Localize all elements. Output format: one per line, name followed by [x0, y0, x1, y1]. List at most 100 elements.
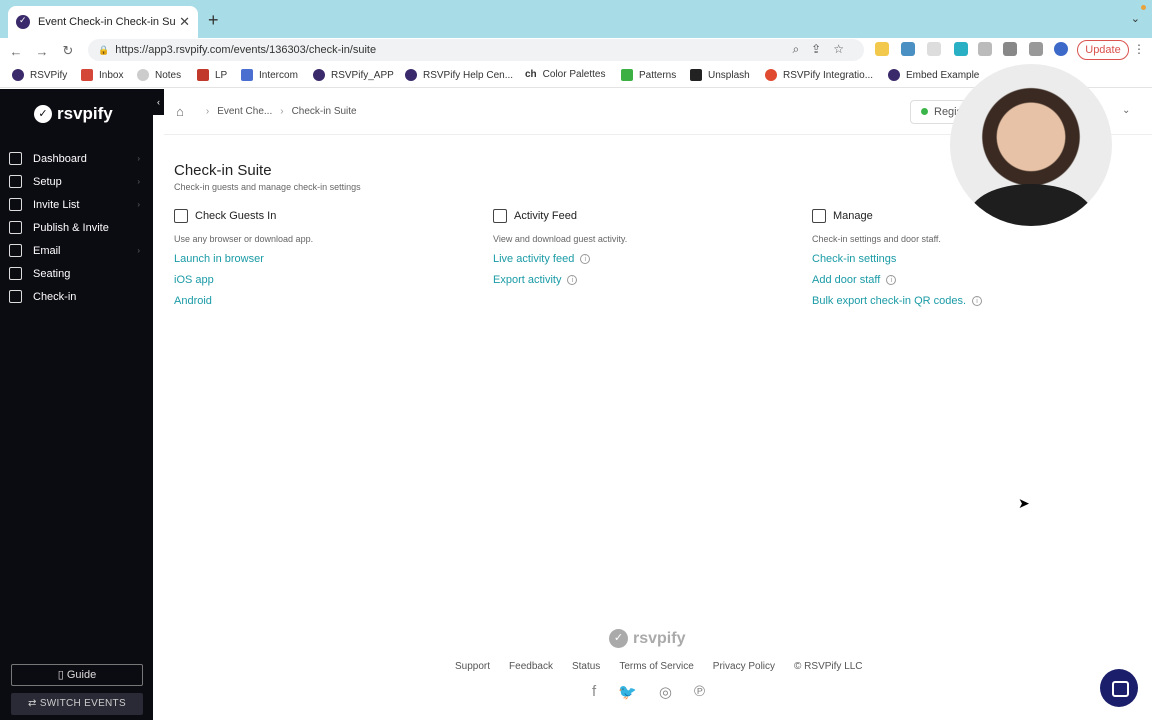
- chat-launcher-button[interactable]: [1100, 669, 1138, 707]
- address-bar[interactable]: 🔒 https://app3.rsvpify.com/events/136303…: [88, 39, 864, 61]
- launch-in-browser-link[interactable]: Launch in browser: [174, 253, 474, 265]
- sidebar-item-email[interactable]: Email ›: [0, 239, 153, 262]
- check-in-settings-link[interactable]: Check-in settings: [812, 253, 1112, 265]
- bookmark-item[interactable]: Intercom: [241, 69, 298, 81]
- profile-chevron-down-icon[interactable]: ⌄: [1122, 105, 1130, 116]
- sidebar-item-setup[interactable]: Setup ›: [0, 170, 153, 193]
- footer-link-terms[interactable]: Terms of Service: [619, 661, 693, 672]
- shuffle-icon: ⇄: [28, 698, 40, 709]
- instagram-icon[interactable]: ◎: [659, 683, 672, 701]
- breadcrumb-event[interactable]: Event Che...: [217, 106, 272, 117]
- extension-icon[interactable]: [901, 42, 915, 56]
- ios-app-link[interactable]: iOS app: [174, 274, 474, 286]
- close-tab-icon[interactable]: ✕: [179, 14, 190, 30]
- browser-tab[interactable]: Event Check-in Check-in Suite ✕: [8, 6, 198, 38]
- sidebar-item-check-in[interactable]: Check-in: [0, 285, 153, 308]
- home-icon[interactable]: ⌂: [176, 104, 184, 119]
- bookmark-item[interactable]: Unsplash: [690, 69, 750, 81]
- pinterest-icon[interactable]: ℗: [694, 683, 705, 701]
- footer-copyright: © RSVPify LLC: [794, 661, 863, 672]
- book-icon: ▯: [57, 669, 67, 681]
- rsvpify-logo-icon: ✓: [34, 105, 52, 123]
- live-activity-feed-link[interactable]: Live activity feed i: [493, 253, 793, 265]
- zapier-icon: [765, 69, 777, 81]
- bookmark-item[interactable]: RSVPify Help Cen...: [405, 69, 513, 81]
- app-sidebar: ✓ rsvpify Dashboard › Setup › Invite List ›…: [0, 89, 153, 720]
- add-door-staff-link[interactable]: Add door staff i: [812, 274, 1112, 286]
- intercom-icon: [241, 69, 253, 81]
- chevron-right-icon: ›: [137, 200, 140, 209]
- guide-button[interactable]: ▯ Guide: [11, 664, 143, 686]
- bookmark-item[interactable]: RSVPify_APP: [313, 69, 394, 81]
- extension-icon[interactable]: [875, 42, 889, 56]
- info-icon[interactable]: i: [580, 254, 591, 264]
- bookmark-item[interactable]: RSVPify Integratio...: [765, 69, 873, 81]
- section-title: Check Guests In: [195, 210, 277, 222]
- sidebar-item-dashboard[interactable]: Dashboard ›: [0, 147, 153, 170]
- notes-icon: [137, 69, 149, 81]
- sidebar-item-invite-list[interactable]: Invite List ›: [0, 193, 153, 216]
- ch-icon: ch: [525, 69, 537, 80]
- section-activity-feed: Activity Feed View and download guest ac…: [493, 209, 793, 286]
- footer-link-support[interactable]: Support: [455, 661, 490, 672]
- invite-list-icon: [9, 198, 22, 211]
- extension-icon[interactable]: [927, 42, 941, 56]
- new-tab-icon[interactable]: +: [208, 10, 219, 31]
- rsvpify-icon: [405, 69, 417, 81]
- footer-link-privacy[interactable]: Privacy Policy: [713, 661, 775, 672]
- collapse-sidebar-button[interactable]: ‹: [153, 89, 164, 115]
- puzzle-extensions-icon[interactable]: [1003, 42, 1017, 56]
- patterns-icon: [621, 69, 633, 81]
- footer-logo: ✓ rsvpify: [609, 629, 685, 648]
- sidepanel-icon[interactable]: [1029, 42, 1043, 56]
- reload-icon[interactable]: ↻: [58, 43, 78, 59]
- switch-events-button[interactable]: ⇄ SWITCH EVENTS: [11, 693, 143, 715]
- facebook-icon[interactable]: f: [592, 683, 596, 701]
- brand-logo[interactable]: ✓ rsvpify: [34, 104, 113, 124]
- section-description: View and download guest activity.: [493, 234, 628, 244]
- twitter-icon[interactable]: 🐦: [618, 683, 637, 701]
- email-icon: [9, 244, 22, 257]
- address-bar-icons[interactable]: ⌕⇪☆: [792, 42, 856, 57]
- bookmark-item[interactable]: RSVPify: [12, 69, 67, 81]
- bookmark-item[interactable]: Embed Example: [888, 69, 979, 81]
- seating-icon: [9, 267, 22, 280]
- sidebar-nav: Dashboard › Setup › Invite List › Publish &…: [0, 147, 153, 308]
- bulk-export-qr-link[interactable]: Bulk export check-in QR codes. i: [812, 295, 1112, 307]
- tab-search-chevron-icon[interactable]: ⌄: [1131, 12, 1140, 25]
- tab-title: Event Check-in Check-in Suite: [38, 16, 176, 28]
- dashboard-icon: [9, 152, 22, 165]
- export-activity-link[interactable]: Export activity i: [493, 274, 793, 286]
- webcam-person: [970, 184, 1092, 226]
- unsplash-icon: [690, 69, 702, 81]
- paper-plane-icon: [9, 221, 22, 234]
- browser-menu-icon[interactable]: ⋮: [1133, 42, 1145, 56]
- section-description: Use any browser or download app.: [174, 234, 314, 244]
- android-link[interactable]: Android: [174, 295, 474, 307]
- forward-icon[interactable]: →: [32, 44, 52, 59]
- update-button[interactable]: Update: [1077, 40, 1129, 60]
- info-icon[interactable]: i: [972, 296, 983, 306]
- info-icon[interactable]: i: [886, 275, 897, 285]
- bookmark-item[interactable]: LP: [197, 69, 227, 81]
- info-icon[interactable]: i: [567, 275, 578, 285]
- rsvpify-favicon-icon: [16, 15, 30, 29]
- footer-link-feedback[interactable]: Feedback: [509, 661, 553, 672]
- sidebar-item-publish-invite[interactable]: Publish & Invite: [0, 216, 153, 239]
- section-description: Check-in settings and door staff.: [812, 234, 941, 244]
- lock-icon: 🔒: [98, 44, 110, 55]
- bookmark-item[interactable]: Patterns: [621, 69, 676, 81]
- sidebar-item-seating[interactable]: Seating: [0, 262, 153, 285]
- chevron-right-icon: ›: [137, 177, 140, 186]
- url-text: https://app3.rsvpify.com/events/136303/c…: [115, 44, 377, 56]
- back-icon[interactable]: ←: [6, 44, 26, 59]
- footer-link-status[interactable]: Status: [572, 661, 600, 672]
- profile-avatar-icon[interactable]: [1054, 42, 1068, 56]
- camera-extension-icon[interactable]: [978, 42, 992, 56]
- chevron-right-icon: ›: [137, 154, 140, 163]
- bookmark-item[interactable]: ch Color Palettes: [525, 69, 605, 80]
- bookmark-item[interactable]: Inbox: [81, 69, 123, 81]
- manage-icon: [812, 209, 826, 223]
- bookmark-item[interactable]: Notes: [137, 69, 181, 81]
- extension-icon[interactable]: [954, 42, 968, 56]
